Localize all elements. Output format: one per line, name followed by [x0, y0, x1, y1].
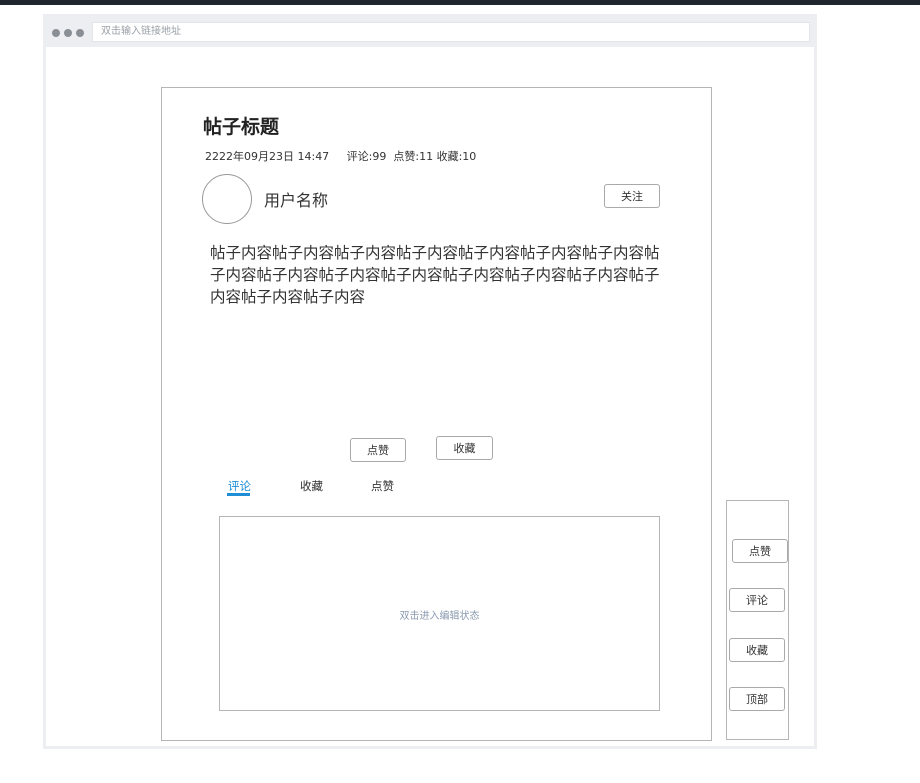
tab-likes[interactable]: 点赞 [371, 478, 394, 494]
favorite-button[interactable]: 收藏 [436, 436, 493, 460]
editor-hint: 双击进入编辑状态 [399, 611, 480, 622]
active-tab-indicator [227, 493, 250, 496]
post-stats: 评论:99 点赞:11 收藏:10 [346, 150, 477, 163]
window-top-bar [0, 0, 920, 5]
username[interactable]: 用户名称 [264, 187, 328, 211]
window-dot-icon [52, 29, 60, 37]
sidebar-favorite-button[interactable]: 收藏 [729, 638, 785, 662]
post-date: 2222年09月23日 14:47 [205, 150, 330, 163]
browser-toolbar: 双击输入链接地址 [46, 17, 814, 47]
sidebar-comment-button[interactable]: 评论 [729, 588, 785, 612]
comment-editor[interactable]: 双击进入编辑状态 [219, 516, 660, 711]
sidebar-top-button[interactable]: 顶部 [729, 687, 785, 711]
post-title: 帖子标题 [203, 116, 280, 138]
tab-favorites[interactable]: 收藏 [300, 478, 323, 494]
post-content: 帖子内容帖子内容帖子内容帖子内容帖子内容帖子内容帖子内容帖子内容帖子内容帖子内容… [210, 244, 660, 306]
post-meta: 2222年09月23日 14:47 评论:99 点赞:11 收藏:10 [205, 148, 476, 164]
tab-comments[interactable]: 评论 [228, 478, 251, 494]
window-dot-icon [76, 29, 84, 37]
url-input[interactable]: 双击输入链接地址 [92, 22, 810, 42]
follow-button[interactable]: 关注 [604, 184, 660, 208]
like-button[interactable]: 点赞 [350, 438, 406, 462]
window-dot-icon [64, 29, 72, 37]
sidebar-like-button[interactable]: 点赞 [732, 539, 788, 563]
avatar[interactable] [202, 174, 252, 224]
